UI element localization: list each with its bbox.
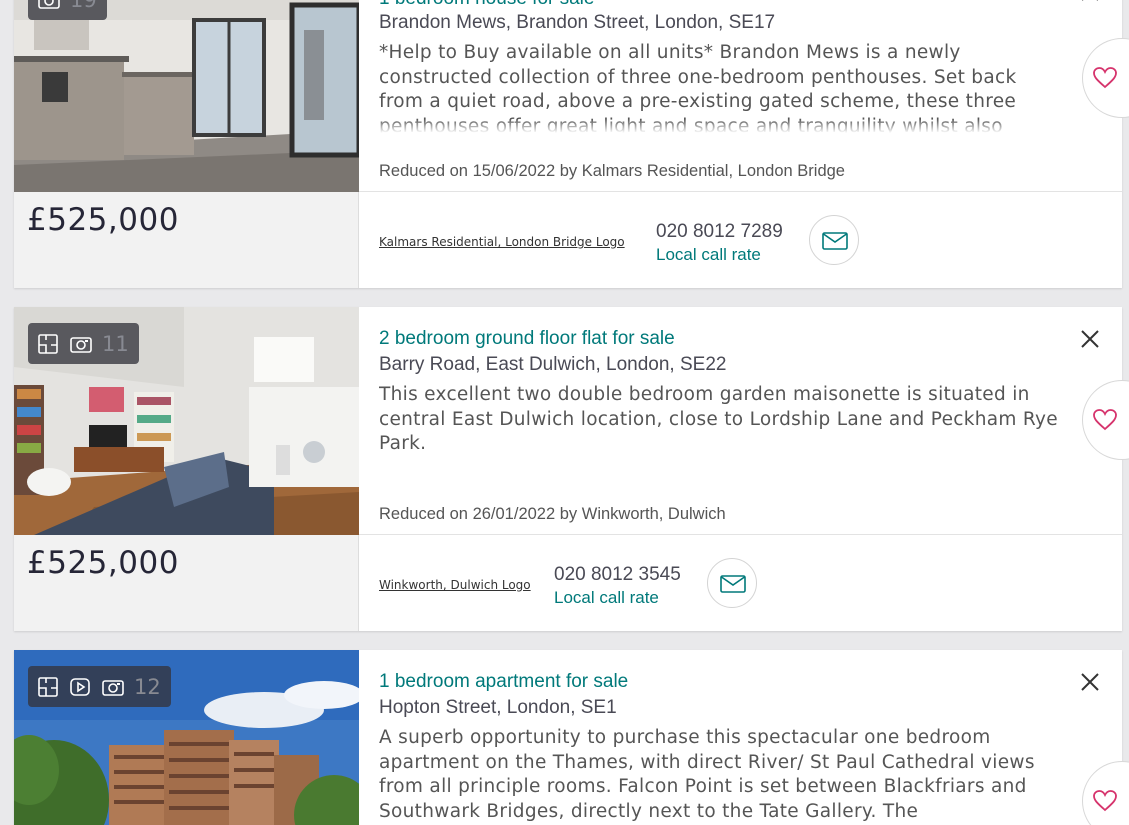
camera-icon (102, 679, 124, 696)
agent-phone[interactable]: 020 8012 3545 (554, 564, 681, 586)
agent-row: Winkworth, Dulwich Logo 020 8012 3545 Lo… (359, 535, 1122, 631)
listing-title[interactable]: 2 bedroom ground floor flat for sale (379, 328, 675, 350)
photo-count: 12 (134, 674, 161, 699)
floorplan-icon (38, 676, 58, 697)
heart-icon (1093, 67, 1117, 89)
listing-card[interactable]: 19 £525,000 1 bedroom house for sale Bra… (14, 0, 1129, 288)
photo-count: 19 (70, 0, 97, 12)
camera-icon (38, 0, 60, 9)
heart-icon (1093, 790, 1117, 812)
price: £525,000 (27, 545, 179, 581)
close-icon[interactable] (1080, 672, 1100, 692)
media-badge[interactable]: 11 (28, 323, 139, 364)
agent-phone[interactable]: 020 8012 7289 (656, 221, 783, 243)
listing-card[interactable]: 11 £525,000 2 bedroom ground floor flat … (14, 307, 1129, 631)
call-rate-label: Local call rate (554, 588, 659, 607)
price-box: £525,000 (14, 535, 359, 631)
floorplan-icon (38, 333, 58, 354)
listing-description: *Help to Buy available on all units* Bra… (379, 41, 1059, 133)
call-rate-label: Local call rate (656, 245, 761, 264)
mail-icon (822, 232, 848, 250)
media-badge[interactable]: 19 (28, 0, 107, 20)
email-agent-button[interactable] (707, 558, 757, 608)
email-agent-button[interactable] (809, 215, 859, 265)
price: £525,000 (27, 202, 179, 238)
listing-description: This excellent two double bedroom garden… (379, 384, 1058, 454)
close-icon[interactable] (1080, 329, 1100, 349)
save-favourite-button[interactable] (1082, 38, 1129, 118)
property-photo[interactable] (14, 0, 359, 192)
media-badge[interactable]: 12 (28, 666, 171, 707)
price-box: £525,000 (14, 192, 359, 288)
agent-logo-link[interactable]: Kalmars Residential, London Bridge Logo (379, 235, 625, 249)
mail-icon (720, 575, 746, 593)
agent-row: Kalmars Residential, London Bridge Logo … (359, 192, 1122, 288)
listing-description: A superb opportunity to purchase this sp… (379, 727, 1035, 822)
video-icon (70, 677, 90, 696)
close-icon[interactable] (1080, 0, 1100, 2)
reduced-info: Reduced on 26/01/2022 by Winkworth, Dulw… (379, 505, 726, 523)
save-favourite-button[interactable] (1082, 380, 1129, 460)
listing-title[interactable]: 1 bedroom apartment for sale (379, 671, 628, 693)
camera-icon (70, 336, 92, 353)
listing-card[interactable]: 12 1 bedroom apartment for sale Hopton S… (14, 650, 1129, 825)
agent-logo-link[interactable]: Winkworth, Dulwich Logo (379, 578, 531, 592)
save-favourite-button[interactable] (1082, 761, 1129, 825)
search-results-list: 19 £525,000 1 bedroom house for sale Bra… (0, 0, 1129, 825)
listing-title[interactable]: 1 bedroom house for sale (379, 0, 594, 10)
listing-address: Barry Road, East Dulwich, London, SE22 (379, 354, 727, 375)
listing-address: Hopton Street, London, SE1 (379, 697, 617, 718)
heart-icon (1093, 409, 1117, 431)
listing-address: Brandon Mews, Brandon Street, London, SE… (379, 12, 776, 33)
photo-count: 11 (102, 331, 129, 356)
reduced-info: Reduced on 15/06/2022 by Kalmars Residen… (379, 162, 845, 180)
